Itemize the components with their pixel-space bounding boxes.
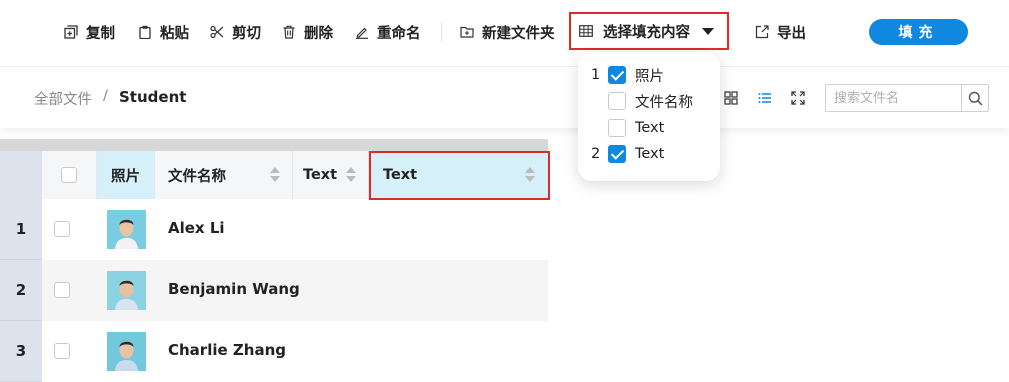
fill-order-number: 1	[591, 67, 601, 83]
table-row[interactable]: 2 Benjamin Wang	[0, 260, 548, 321]
pencil-icon	[355, 25, 369, 39]
header-photo[interactable]: 照片	[97, 151, 155, 199]
fill-menu-item-text-2[interactable]: 2 Text	[578, 141, 720, 167]
fill-menu-item-label: Text	[635, 146, 665, 162]
search-icon	[968, 91, 983, 106]
grid-view-icon[interactable]	[724, 91, 738, 105]
highlighted-column-outline	[369, 151, 550, 200]
select-fill-dropdown[interactable]: 选择填充内容	[569, 12, 729, 50]
copy-icon	[64, 25, 78, 39]
delete-label: 删除	[304, 25, 333, 42]
select-all-checkbox[interactable]	[61, 167, 77, 183]
search-button[interactable]	[961, 85, 988, 111]
toolbar-divider	[441, 22, 442, 42]
checkbox-unchecked[interactable]	[608, 92, 626, 110]
fill-menu-item-label: Text	[635, 120, 665, 136]
breadcrumb-root[interactable]: 全部文件	[34, 88, 92, 109]
list-view-icon[interactable]	[758, 91, 772, 105]
breadcrumb-separator: /	[103, 88, 108, 104]
copy-button[interactable]: 复制	[64, 20, 115, 44]
table-row[interactable]: 3 Charlie Zhang	[0, 321, 548, 382]
caret-down-icon	[702, 27, 714, 35]
row-checkbox[interactable]	[54, 282, 70, 298]
header-filename[interactable]: 文件名称	[155, 151, 293, 199]
fill-button[interactable]: 填充	[869, 19, 968, 45]
header-filename-label: 文件名称	[168, 168, 226, 185]
row-number: 2	[0, 260, 42, 321]
folder-add-icon	[460, 25, 474, 39]
checkbox-unchecked[interactable]	[608, 119, 626, 137]
column-header-strip	[0, 139, 548, 151]
table-row[interactable]: 1 Alex Li	[0, 199, 548, 260]
breadcrumb-bar: 全部文件 / Student	[0, 66, 1009, 128]
table-icon	[579, 25, 593, 37]
row-number: 3	[0, 321, 42, 382]
checkbox-checked[interactable]	[608, 145, 626, 163]
cut-label: 剪切	[232, 25, 261, 42]
fill-order-number: 2	[591, 146, 601, 162]
rename-label: 重命名	[377, 25, 421, 42]
row-body: Charlie Zhang	[42, 321, 548, 382]
export-button[interactable]: 导出	[755, 20, 806, 44]
fill-content-menu: 1 照片 文件名称 Text 2 Text	[578, 52, 720, 181]
sort-icon[interactable]	[270, 167, 280, 183]
file-name: Alex Li	[168, 219, 225, 237]
export-label: 导出	[777, 25, 806, 42]
student-photo	[107, 332, 146, 371]
fill-menu-item-text-1[interactable]: Text	[578, 115, 720, 141]
row-checkbox[interactable]	[54, 343, 70, 359]
copy-label: 复制	[86, 25, 115, 42]
rename-button[interactable]: 重命名	[355, 20, 421, 44]
toolbar: 复制 粘贴 剪切 删除 重命名 新建文件夹 选择填充内容 导出 填充	[0, 0, 1009, 66]
paste-button[interactable]: 粘贴	[138, 20, 189, 44]
fill-menu-item-label: 照片	[635, 68, 664, 85]
fill-menu-item-label: 文件名称	[635, 94, 693, 111]
row-body: Benjamin Wang	[42, 260, 548, 321]
fill-menu-item-photo[interactable]: 1 照片	[578, 62, 720, 88]
student-photo	[107, 271, 146, 310]
export-icon	[755, 25, 769, 39]
header-text-1[interactable]: Text	[293, 151, 369, 199]
student-photo	[107, 210, 146, 249]
row-number: 1	[0, 199, 42, 260]
fill-menu-item-filename[interactable]: 文件名称	[578, 88, 720, 114]
clipboard-icon	[138, 25, 152, 39]
row-checkbox[interactable]	[54, 221, 70, 237]
cut-button[interactable]: 剪切	[210, 20, 261, 44]
select-fill-label: 选择填充内容	[603, 24, 690, 41]
scissors-icon	[210, 25, 224, 39]
sort-icon[interactable]	[346, 167, 356, 183]
delete-button[interactable]: 删除	[282, 20, 333, 44]
trash-icon	[282, 25, 296, 39]
checkbox-checked[interactable]	[608, 66, 626, 84]
breadcrumb-current: Student	[119, 88, 187, 106]
file-name: Charlie Zhang	[168, 341, 286, 359]
header-text-1-label: Text	[303, 167, 338, 183]
search-box	[825, 84, 989, 112]
row-body: Alex Li	[42, 199, 548, 260]
header-select-all	[42, 151, 97, 199]
new-folder-button[interactable]: 新建文件夹	[460, 20, 555, 44]
new-folder-label: 新建文件夹	[482, 25, 555, 42]
header-photo-label: 照片	[111, 168, 140, 185]
paste-label: 粘贴	[160, 25, 189, 42]
search-input[interactable]	[826, 85, 963, 111]
fullscreen-icon[interactable]	[791, 91, 805, 105]
file-name: Benjamin Wang	[168, 280, 300, 298]
